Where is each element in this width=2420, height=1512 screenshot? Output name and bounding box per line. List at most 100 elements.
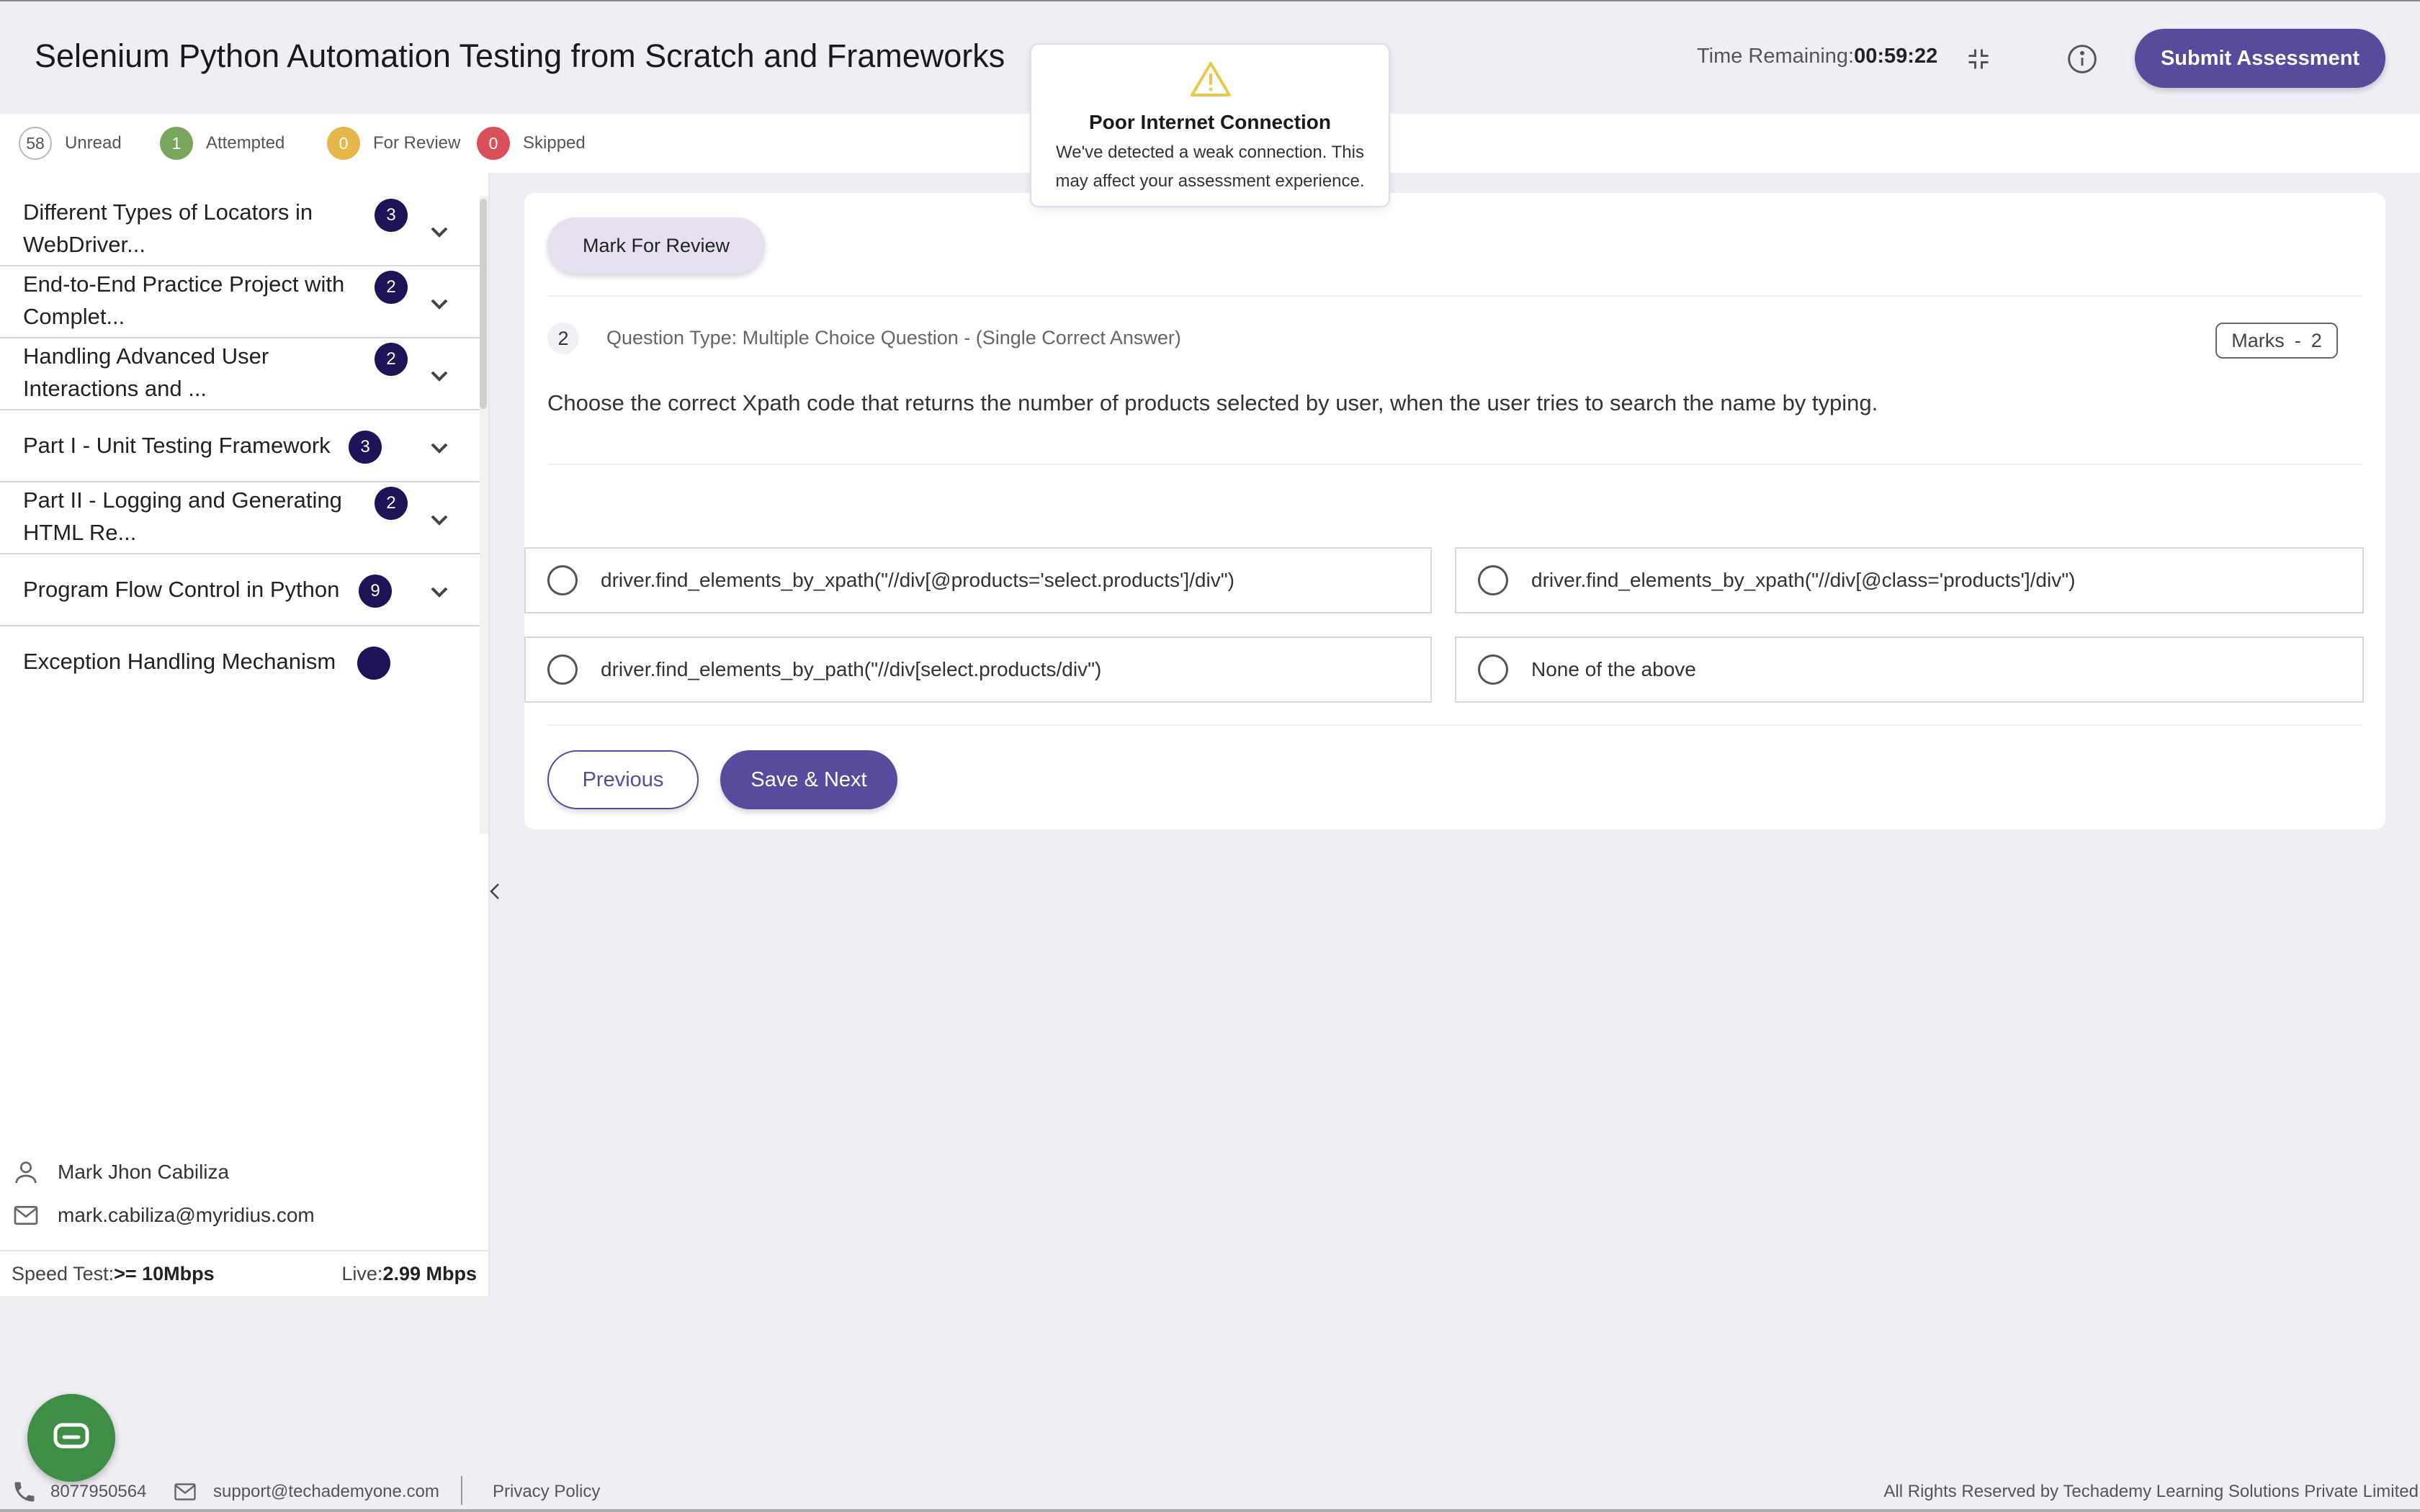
section-label: Exception Handling Mechanism — [23, 649, 336, 674]
copyright-text: All Rights Reserved by Techademy Learnin… — [1883, 1482, 2419, 1501]
section-count-badge: 3 — [349, 431, 382, 464]
sidebar-scrollbar-thumb[interactable] — [480, 199, 487, 409]
section-label-line: Different Types of Locators in — [23, 199, 313, 225]
speed-test: Speed Test:>= 10Mbps — [12, 1263, 215, 1285]
user-email: mark.cabiliza@myridius.com — [58, 1204, 315, 1226]
footer-phone: 8077950564 — [12, 1479, 146, 1505]
unread-count: 58 — [19, 127, 52, 160]
section-count-badge: 2 — [375, 271, 408, 304]
chevron-down-icon[interactable] — [425, 217, 454, 246]
section-label-line: Handling Advanced User — [23, 343, 269, 369]
section-label-line: HTML Re... — [23, 520, 137, 545]
footer-email-address: support@techademyone.com — [213, 1482, 439, 1501]
radio-button[interactable] — [547, 565, 578, 595]
previous-button[interactable]: Previous — [547, 750, 699, 809]
toast-message-line-2: may affect your assessment experience. — [1055, 171, 1365, 191]
section-item[interactable]: Part I - Unit Testing Framework 3 — [0, 410, 480, 482]
status-for-review[interactable]: 0 For Review — [327, 127, 460, 160]
for-review-count: 0 — [327, 127, 360, 160]
assessment-title: Selenium Python Automation Testing from … — [35, 37, 1005, 74]
option-label: None of the above — [1531, 658, 1696, 680]
phone-icon — [14, 1482, 35, 1502]
chevron-down-icon[interactable] — [425, 433, 454, 462]
option-label: driver.find_elements_by_xpath("//div[@cl… — [1531, 569, 2076, 591]
section-count-badge — [357, 647, 390, 680]
divider — [547, 295, 2362, 297]
attempted-count: 1 — [160, 127, 193, 160]
marks-value: 2 — [2311, 329, 2322, 351]
section-label-line: WebDriver... — [23, 232, 145, 257]
attempted-label: Attempted — [206, 133, 285, 153]
bottom-edge — [0, 1509, 2420, 1512]
collapse-sidebar-chevron-icon[interactable] — [487, 880, 504, 906]
chevron-down-icon[interactable] — [425, 577, 454, 606]
section-count-badge: 2 — [375, 343, 408, 376]
submit-assessment-button[interactable]: Submit Assessment — [2135, 29, 2385, 88]
question-text: Choose the correct Xpath code that retur… — [547, 390, 1878, 415]
chat-button[interactable] — [27, 1394, 115, 1482]
user-email-row: mark.cabiliza@myridius.com — [12, 1201, 315, 1230]
footer: 8077950564 support@techademyone.com Priv… — [0, 1469, 2420, 1512]
section-item[interactable]: Program Flow Control in Python 9 — [0, 554, 480, 626]
privacy-policy-link[interactable]: Privacy Policy — [493, 1482, 600, 1502]
chevron-down-icon[interactable] — [425, 361, 454, 390]
footer-phone-number: 8077950564 — [50, 1482, 147, 1501]
section-item[interactable]: Different Types of Locators in WebDriver… — [0, 194, 480, 266]
info-icon[interactable] — [2062, 39, 2102, 79]
section-label: Program Flow Control in Python — [23, 577, 340, 602]
section-item[interactable]: Handling Advanced User Interactions and … — [0, 338, 480, 410]
marks-separator: - — [2294, 329, 2301, 351]
section-count-badge: 3 — [375, 199, 408, 232]
footer-email[interactable]: support@techademyone.com — [171, 1479, 439, 1505]
skipped-label: Skipped — [523, 133, 586, 153]
section-count-badge: 9 — [359, 575, 392, 608]
warning-icon — [1189, 60, 1232, 102]
answer-option[interactable]: None of the above — [1455, 636, 2364, 703]
radio-button[interactable] — [1478, 654, 1508, 685]
unread-label: Unread — [65, 133, 122, 153]
answer-option[interactable]: driver.find_elements_by_xpath("//div[@cl… — [1455, 547, 2364, 613]
chevron-down-icon[interactable] — [425, 505, 454, 534]
divider — [547, 464, 2362, 465]
user-name: Mark Jhon Cabiliza — [58, 1161, 230, 1183]
status-attempted[interactable]: 1 Attempted — [160, 127, 284, 160]
section-item[interactable]: Part II - Logging and Generating HTML Re… — [0, 482, 480, 554]
status-skipped[interactable]: 0 Skipped — [477, 127, 586, 160]
answer-option[interactable]: driver.find_elements_by_xpath("//div[@pr… — [524, 547, 1432, 613]
question-type: Question Type: Multiple Choice Question … — [606, 327, 1181, 348]
fullscreen-exit-icon[interactable] — [1958, 39, 1999, 79]
section-label-line: Complet... — [23, 304, 125, 329]
radio-button[interactable] — [1478, 565, 1508, 595]
speed-info: Speed Test:>= 10Mbps Live:2.99 Mbps — [0, 1250, 490, 1296]
mail-icon — [174, 1483, 196, 1500]
speed-test-label: Speed Test: — [12, 1263, 115, 1284]
live-speed: Live:2.99 Mbps — [341, 1263, 477, 1285]
save-and-next-button[interactable]: Save & Next — [720, 750, 897, 809]
answer-option[interactable]: driver.find_elements_by_path("//div[sele… — [524, 636, 1432, 703]
speed-test-value: >= 10Mbps — [114, 1263, 215, 1284]
toast-message-line-1: We've detected a weak connection. This — [1056, 143, 1364, 162]
section-label: Part I - Unit Testing Framework — [23, 433, 331, 458]
skipped-count: 0 — [477, 127, 510, 160]
mark-for-review-button[interactable]: Mark For Review — [547, 217, 765, 274]
option-label: driver.find_elements_by_xpath("//div[@pr… — [601, 569, 1234, 591]
section-count-badge: 2 — [375, 487, 408, 520]
status-unread[interactable]: 58 Unread — [19, 127, 122, 160]
chevron-down-icon[interactable] — [425, 289, 454, 318]
question-number: 2 — [547, 323, 579, 354]
poor-connection-toast: Poor Internet Connection We've detected … — [1030, 43, 1390, 207]
chat-icon — [53, 1423, 89, 1449]
section-item[interactable]: Exception Handling Mechanism — [0, 626, 480, 698]
mail-icon — [14, 1206, 38, 1225]
section-label-line: End-to-End Practice Project with — [23, 271, 345, 297]
sidebar: Different Types of Locators in WebDriver… — [0, 173, 490, 1296]
section-list[interactable]: Different Types of Locators in WebDriver… — [0, 194, 480, 834]
radio-button[interactable] — [547, 654, 578, 685]
question-card: Mark For Review 2 Question Type: Multipl… — [524, 193, 2385, 829]
section-label: Handling Advanced User Interactions and … — [23, 340, 269, 405]
section-label: End-to-End Practice Project with Complet… — [23, 268, 344, 333]
option-label: driver.find_elements_by_path("//div[sele… — [601, 658, 1102, 680]
time-remaining: Time Remaining:00:59:22 — [1697, 45, 1937, 68]
section-label: Different Types of Locators in WebDriver… — [23, 196, 313, 261]
section-item[interactable]: End-to-End Practice Project with Complet… — [0, 266, 480, 338]
